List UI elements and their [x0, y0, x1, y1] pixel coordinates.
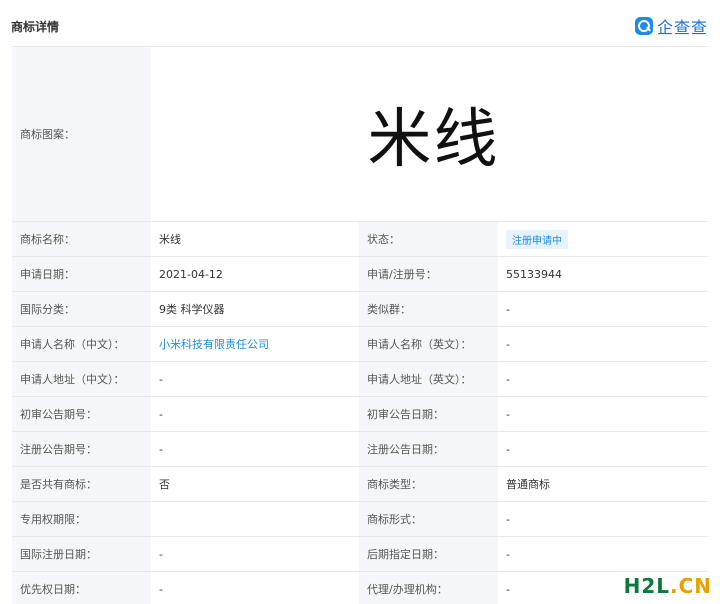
field-label: 初审公告期号：	[12, 397, 151, 431]
table-row: 专用权期限： 商标形式： -	[12, 502, 708, 537]
table-row: 商标名称： 米线 状态： 注册申请中	[12, 222, 708, 257]
trademark-mark-text: 米线	[367, 103, 500, 177]
field-label: 状态：	[359, 222, 498, 256]
applicant-link[interactable]: 小米科技有限责任公司	[159, 336, 269, 352]
table-row: 国际注册日期： - 后期指定日期： -	[12, 537, 708, 572]
qcc-logo-icon	[634, 17, 653, 35]
field-label: 申请人地址（中文）：	[12, 362, 151, 396]
field-value: -	[498, 537, 708, 571]
field-label: 初审公告日期：	[359, 397, 498, 431]
trademark-image: 米线	[151, 47, 708, 221]
field-label: 申请人名称（中文）：	[12, 327, 151, 361]
table-row: 申请日期： 2021-04-12 申请/注册号： 55133944	[12, 257, 708, 292]
trademark-image-row: 商标图案： 米线	[12, 47, 708, 222]
table-row: 是否共有商标： 否 商标类型： 普通商标	[12, 467, 708, 502]
field-value: 55133944	[498, 257, 708, 291]
watermark-h2l: H2L	[623, 574, 670, 598]
status-badge: 注册申请中	[506, 229, 568, 249]
field-value: -	[498, 432, 708, 466]
field-value: 米线	[151, 222, 359, 256]
field-label: 申请人地址（英文）：	[359, 362, 498, 396]
field-label: 商标形式：	[359, 502, 498, 536]
trademark-detail-table: 商标图案： 米线 商标名称： 米线 状态： 注册申请中 申请日期： 2021-0…	[12, 46, 708, 604]
table-row: 申请人地址（中文）： - 申请人地址（英文）： -	[12, 362, 708, 397]
field-value: -	[151, 362, 359, 396]
field-label: 商标名称：	[12, 222, 151, 256]
field-value: -	[498, 362, 708, 396]
brand-text: 企查查	[656, 18, 708, 37]
field-label: 申请人名称（英文）：	[359, 327, 498, 361]
field-label: 后期指定日期：	[359, 537, 498, 571]
field-value: 9类 科学仪器	[151, 292, 359, 326]
field-label: 注册公告期号：	[12, 432, 151, 466]
brand-logo[interactable]: 企查查	[634, 14, 708, 38]
field-label: 专用权期限：	[12, 502, 151, 536]
table-row: 国际分类： 9类 科学仪器 类似群： -	[12, 292, 708, 327]
field-value: -	[151, 432, 359, 466]
field-label: 国际注册日期：	[12, 537, 151, 571]
field-value: 注册申请中	[498, 222, 708, 256]
table-row: 初审公告期号： - 初审公告日期： -	[12, 397, 708, 432]
page-header: 商标详情 企查查	[0, 0, 720, 46]
field-value: -	[151, 397, 359, 431]
field-value: 普通商标	[498, 467, 708, 501]
watermark: H2L.CN	[624, 574, 712, 598]
field-value: 否	[151, 467, 359, 501]
page-title: 商标详情	[11, 20, 60, 34]
field-value: 2021-04-12	[151, 257, 359, 291]
watermark-cn: .CN	[669, 574, 712, 598]
field-value: -	[498, 502, 708, 536]
field-label: 类似群：	[359, 292, 498, 326]
field-label: 国际分类：	[12, 292, 151, 326]
field-value: -	[151, 537, 359, 571]
table-row: 优先权日期： - 代理/办理机构： -	[12, 572, 708, 604]
field-label: 商标类型：	[359, 467, 498, 501]
field-label: 优先权日期：	[12, 572, 151, 604]
field-label: 申请日期：	[12, 257, 151, 291]
field-value: -	[151, 572, 359, 604]
field-label: 商标图案：	[12, 47, 151, 221]
table-row: 申请人名称（中文）： 小米科技有限责任公司 申请人名称（英文）： -	[12, 327, 708, 362]
table-row: 注册公告期号： - 注册公告日期： -	[12, 432, 708, 467]
field-value: -	[498, 397, 708, 431]
field-label: 注册公告日期：	[359, 432, 498, 466]
field-value: -	[498, 292, 708, 326]
field-value	[151, 502, 359, 536]
field-value: -	[498, 327, 708, 361]
field-value: 小米科技有限责任公司	[151, 327, 359, 361]
field-label: 代理/办理机构：	[359, 572, 498, 604]
field-label: 申请/注册号：	[359, 257, 498, 291]
field-label: 是否共有商标：	[12, 467, 151, 501]
